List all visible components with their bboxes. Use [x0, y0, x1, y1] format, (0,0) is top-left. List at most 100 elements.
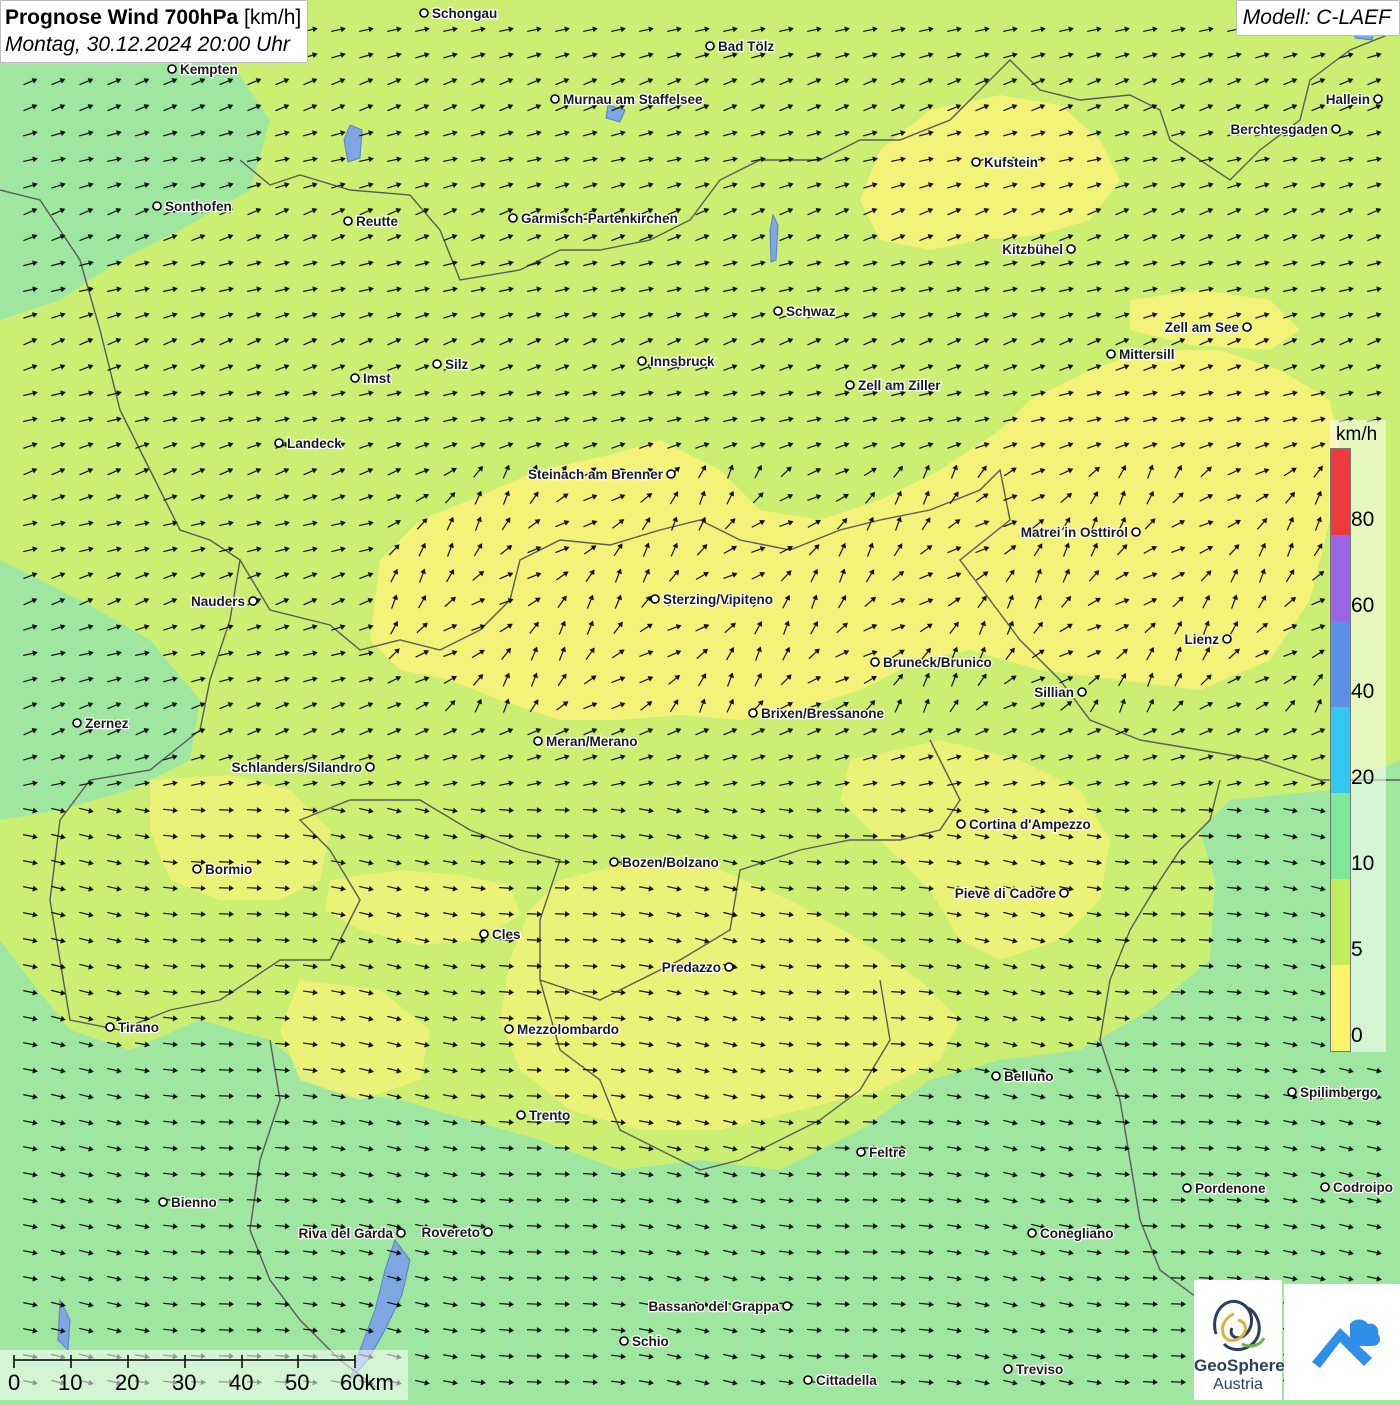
city-dot-icon — [366, 763, 374, 771]
city-label: Mittersill — [1119, 347, 1175, 362]
city-dot-icon — [344, 217, 352, 225]
city-dot-icon — [275, 439, 283, 447]
city-dot-icon — [1004, 1365, 1012, 1373]
city-label: Cles — [492, 927, 521, 942]
city-dot-icon — [433, 360, 441, 368]
city-dot-icon — [804, 1376, 812, 1384]
city-dot-icon — [484, 1228, 492, 1236]
city-dot-icon — [397, 1229, 405, 1237]
city-marker: Steinach am Brenner — [528, 467, 675, 482]
legend-label-20: 20 — [1351, 766, 1374, 790]
forecast-date: Montag, 30.12.2024 20:00 Uhr — [5, 31, 301, 58]
city-label: Codroipo — [1333, 1180, 1393, 1195]
scale-label-0: 0 — [8, 1370, 20, 1396]
city-label: Schwaz — [786, 304, 836, 319]
city-marker: Schongau — [420, 6, 497, 21]
city-label: Murnau am Staffelsee — [563, 92, 703, 107]
city-label: Zell am See — [1165, 320, 1240, 335]
legend-swatch-20 — [1331, 707, 1350, 793]
city-dot-icon — [706, 42, 714, 50]
geosphere-country: Austria — [1194, 1376, 1282, 1394]
city-dot-icon — [1332, 125, 1340, 133]
city-marker: Pordenone — [1183, 1181, 1266, 1196]
city-label: Zernez — [85, 716, 129, 731]
scale-label-50: 50 — [285, 1370, 309, 1396]
city-marker: Sterzing/Vipiteno — [651, 592, 773, 607]
scale-label-30: 30 — [172, 1370, 196, 1396]
city-label: Sterzing/Vipiteno — [663, 592, 773, 607]
wind-map: SchongauBad TölzKemptenMurnau am Staffel… — [0, 0, 1400, 1400]
legend-label-5: 5 — [1351, 938, 1363, 962]
city-label: Trento — [529, 1108, 570, 1123]
city-marker: Zell am Ziller — [846, 378, 941, 393]
color-legend: km/h 80 60 40 20 10 5 0 — [1330, 420, 1386, 1052]
city-marker: Conegliano — [1028, 1226, 1114, 1241]
city-label: Cittadella — [816, 1373, 877, 1388]
city-dot-icon — [1374, 95, 1382, 103]
city-dot-icon — [153, 202, 161, 210]
city-label: Berchtesgaden — [1230, 122, 1328, 137]
city-dot-icon — [1078, 688, 1086, 696]
city-label: Bassano del Grappa — [648, 1299, 779, 1314]
city-dot-icon — [193, 865, 201, 873]
city-dot-icon — [480, 930, 488, 938]
city-label: Riva del Garda — [298, 1226, 393, 1241]
city-label: Pordenone — [1195, 1181, 1266, 1196]
city-label: Pieve di Cadore — [955, 886, 1057, 901]
scale-label-20: 20 — [115, 1370, 139, 1396]
city-marker: Matrei in Osttirol — [1021, 525, 1140, 540]
city-dot-icon — [505, 1025, 513, 1033]
legend-swatch-40 — [1331, 621, 1350, 707]
city-label: Sillian — [1034, 685, 1074, 700]
city-dot-icon — [249, 597, 257, 605]
city-label: Garmisch-Partenkirchen — [521, 211, 678, 226]
title-box: Prognose Wind 700hPa [km/h] Montag, 30.1… — [0, 0, 308, 63]
city-dot-icon — [1243, 323, 1251, 331]
city-dot-icon — [783, 1302, 791, 1310]
city-marker: Garmisch-Partenkirchen — [509, 211, 678, 226]
city-label: Schongau — [432, 6, 497, 21]
title-unit: [km/h] — [244, 6, 301, 29]
city-dot-icon — [1321, 1183, 1329, 1191]
city-label: Reutte — [356, 214, 398, 229]
city-label: Lienz — [1184, 632, 1219, 647]
legend-label-0: 0 — [1351, 1024, 1363, 1048]
city-marker: Sonthofen — [153, 199, 232, 214]
legend-swatch-0 — [1331, 965, 1350, 1051]
city-label: Meran/Merano — [546, 734, 638, 749]
map-title: Prognose Wind 700hPa [km/h] — [5, 4, 301, 31]
city-label: Landeck — [287, 436, 342, 451]
city-dot-icon — [106, 1023, 114, 1031]
city-dot-icon — [992, 1072, 1000, 1080]
city-marker: Schlanders/Silandro — [231, 760, 374, 775]
city-dot-icon — [651, 595, 659, 603]
city-label: Bozen/Bolzano — [622, 855, 719, 870]
geosphere-mark-icon — [1194, 1284, 1282, 1364]
city-dot-icon — [1183, 1184, 1191, 1192]
city-dot-icon — [509, 214, 517, 222]
city-dot-icon — [73, 719, 81, 727]
city-marker: Murnau am Staffelsee — [551, 92, 703, 107]
city-label: Bruneck/Brunico — [883, 655, 992, 670]
city-marker: Spilimbergo — [1288, 1085, 1378, 1100]
city-marker: Bozen/Bolzano — [610, 855, 719, 870]
city-marker: Mezzolombardo — [505, 1022, 619, 1037]
city-label: Bienno — [171, 1195, 217, 1210]
city-marker: Berchtesgaden — [1230, 122, 1340, 137]
city-dot-icon — [957, 820, 965, 828]
city-label: Kempten — [180, 62, 238, 77]
city-label: Treviso — [1016, 1362, 1063, 1377]
city-dot-icon — [1288, 1088, 1296, 1096]
city-label: Conegliano — [1040, 1226, 1114, 1241]
city-label: Tirano — [118, 1020, 159, 1035]
city-dot-icon — [846, 381, 854, 389]
app-logo — [1284, 1284, 1400, 1400]
city-marker: Bruneck/Brunico — [871, 655, 992, 670]
city-dot-icon — [351, 374, 359, 382]
city-dot-icon — [1060, 889, 1068, 897]
city-dot-icon — [749, 709, 757, 717]
city-dot-icon — [620, 1337, 628, 1345]
legend-label-40: 40 — [1351, 680, 1374, 704]
scale-label-60km: 60km — [340, 1370, 394, 1396]
geosphere-logo: GeoSphere Austria — [1194, 1280, 1282, 1400]
